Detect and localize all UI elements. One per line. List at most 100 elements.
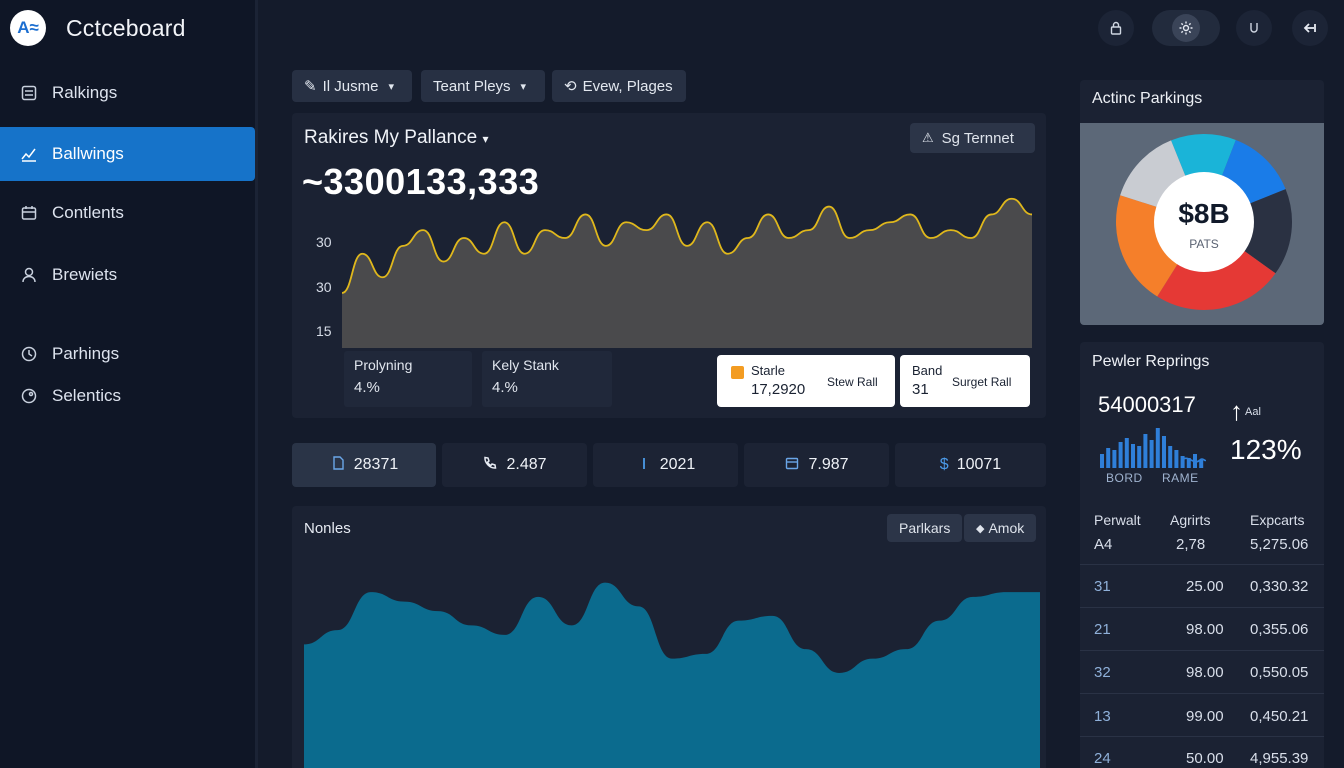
sidebar-item-selentics[interactable]: Selentics (0, 369, 255, 423)
table-cell: A4 (1094, 536, 1113, 553)
y-tick: 15 (316, 323, 332, 339)
mini-bar (1143, 434, 1148, 468)
y-tick: 30 (316, 234, 332, 250)
donut-panel: Actinc Parkings $8B PATS (1080, 80, 1324, 325)
kpi-2021[interactable]: 2021 (593, 443, 738, 487)
arrow-up-icon: ↑ (1230, 396, 1243, 426)
summary-title: Pewler Reprings (1092, 353, 1210, 370)
app-logo: A≈ (10, 10, 46, 46)
button-label: Amok (988, 520, 1025, 536)
bottom-chart-panel: Nonles Parlkars ◆ Amok (292, 506, 1046, 768)
table-cell: 0,450.21 (1250, 708, 1309, 725)
table-cell: 13 (1094, 708, 1111, 725)
table-header-cell: Agrirts (1170, 512, 1211, 528)
table-row[interactable]: A4 2,78 5,275.06 (1094, 536, 1324, 556)
dollar-icon: $ (939, 456, 949, 473)
trend-indicator: ↑ Aal (1230, 398, 1261, 424)
chevron-down-icon: ▾ (482, 132, 489, 146)
table-row[interactable]: 13 99.00 0,450.21 (1094, 708, 1324, 728)
mini-label: BORD (1106, 471, 1143, 485)
kpi-10071[interactable]: $ 10071 (895, 443, 1046, 487)
u-icon[interactable] (1236, 10, 1272, 46)
main-chart-title[interactable]: Rakires My Pallance ▾ (304, 127, 488, 149)
table-row[interactable]: 31 25.00 0,330.32 (1094, 578, 1324, 598)
mini-bar (1112, 450, 1117, 468)
donut-panel-title: Actinc Parkings (1092, 90, 1203, 107)
table-row[interactable]: 32 98.00 0,550.05 (1094, 664, 1324, 684)
area-fill (342, 198, 1032, 348)
pen-icon: ✎ (304, 78, 317, 95)
kpi-28371[interactable]: 28371 (292, 443, 436, 487)
lock-icon[interactable] (1098, 10, 1134, 46)
sidebar-item-ralkings[interactable]: Ralkings (0, 66, 255, 120)
card-title: Band (912, 363, 943, 378)
table-cell: 98.00 (1186, 664, 1224, 681)
mini-bar (1118, 442, 1123, 468)
filter-label: Il Jusme (322, 77, 379, 95)
mini-bar-chart (1100, 428, 1206, 468)
diamond-icon: ◆ (976, 522, 985, 535)
stat-label: Kely Stank (492, 357, 559, 373)
calendar-icon (784, 455, 800, 476)
kpi-7987[interactable]: 7.987 (744, 443, 889, 487)
stat-value: 4.% (492, 379, 518, 396)
segment-button[interactable]: ⚠ Sg Ternnet (910, 123, 1035, 153)
brand[interactable]: A≈ Cctceboard (10, 10, 186, 46)
kpi-2487[interactable]: 2.487 (442, 443, 587, 487)
amok-button[interactable]: ◆ Amok (964, 514, 1037, 542)
sidebar-item-label: Parhings (52, 344, 120, 363)
card-value: 17,2920 (751, 381, 806, 398)
divider (1080, 736, 1324, 737)
flag-icon (731, 366, 744, 379)
filter-jusme[interactable]: ✎ Il Jusme ▾ (292, 70, 412, 102)
stat-label: Prolyning (354, 357, 413, 373)
filter-teant-pleys[interactable]: Teant Pleys ▾ (421, 70, 545, 102)
sidebar-item-ballwings[interactable]: Ballwings (0, 127, 255, 181)
divider (1080, 693, 1324, 694)
filter-label: Evew, Plages (582, 77, 673, 95)
logout-icon[interactable] (1292, 10, 1328, 46)
sidebar-item-contlents[interactable]: Contlents (0, 186, 255, 240)
donut-center-value: $8B (1178, 198, 1230, 229)
sidebar-item-brewiets[interactable]: Brewiets (0, 248, 255, 302)
chevron-down-icon: ▾ (388, 80, 394, 93)
segment-button-label: Sg Ternnet (941, 129, 1014, 147)
sidebar-item-label: Ballwings (52, 144, 124, 163)
summary-panel: Pewler Reprings 54000317 ↑ Aal 123% BORD… (1080, 342, 1324, 768)
phone-icon (482, 455, 498, 476)
stat-prolyning: Prolyning 4.% (344, 351, 472, 407)
mini-bar (1100, 454, 1104, 468)
gear-button[interactable] (1152, 10, 1220, 46)
parlkars-button[interactable]: Parlkars (887, 514, 963, 542)
table-cell: 0,355.06 (1250, 621, 1309, 638)
main-chart-panel: Rakires My Pallance ▾ ⚠ Sg Ternnet ~3300… (292, 113, 1046, 418)
card-band[interactable]: Band 31 Surget Rall (900, 355, 1030, 407)
stat-kely-stank: Kely Stank 4.% (482, 351, 612, 407)
mini-bar (1168, 446, 1173, 468)
table-header: Perwalt Agrirts Expcarts (1094, 512, 1324, 532)
user-icon (20, 266, 38, 284)
mini-bar (1162, 436, 1166, 468)
filter-evew-plages[interactable]: ⟲ Evew, Plages (552, 70, 686, 102)
summary-percent: 123% (1230, 434, 1302, 465)
table-header-cell: Expcarts (1250, 512, 1305, 528)
stat-value: 4.% (354, 379, 380, 396)
card-starle[interactable]: Starle 17,2920 Stew Rall (717, 355, 895, 407)
mini-bar (1137, 446, 1142, 468)
bottom-chart-title: Nonles (304, 520, 351, 537)
kpi-value: 2.487 (506, 456, 547, 473)
sidebar: A≈ Cctceboard Ralkings Ballwings Contlen… (0, 0, 258, 768)
refresh-icon: ⟲ (564, 78, 577, 95)
sidebar-item-label: Ralkings (52, 83, 118, 102)
mini-bar (1106, 448, 1111, 468)
table-cell: 50.00 (1186, 750, 1224, 767)
kpi-value: 28371 (353, 456, 399, 473)
mini-bar (1124, 438, 1129, 468)
divider (1080, 564, 1324, 565)
divider (1080, 607, 1324, 608)
table-row[interactable]: 24 50.00 4,955.39 (1094, 750, 1324, 768)
table-cell: 98.00 (1186, 621, 1224, 638)
table-cell: 25.00 (1186, 578, 1224, 595)
table-row[interactable]: 21 98.00 0,355.06 (1094, 621, 1324, 641)
tag-icon (20, 387, 38, 405)
